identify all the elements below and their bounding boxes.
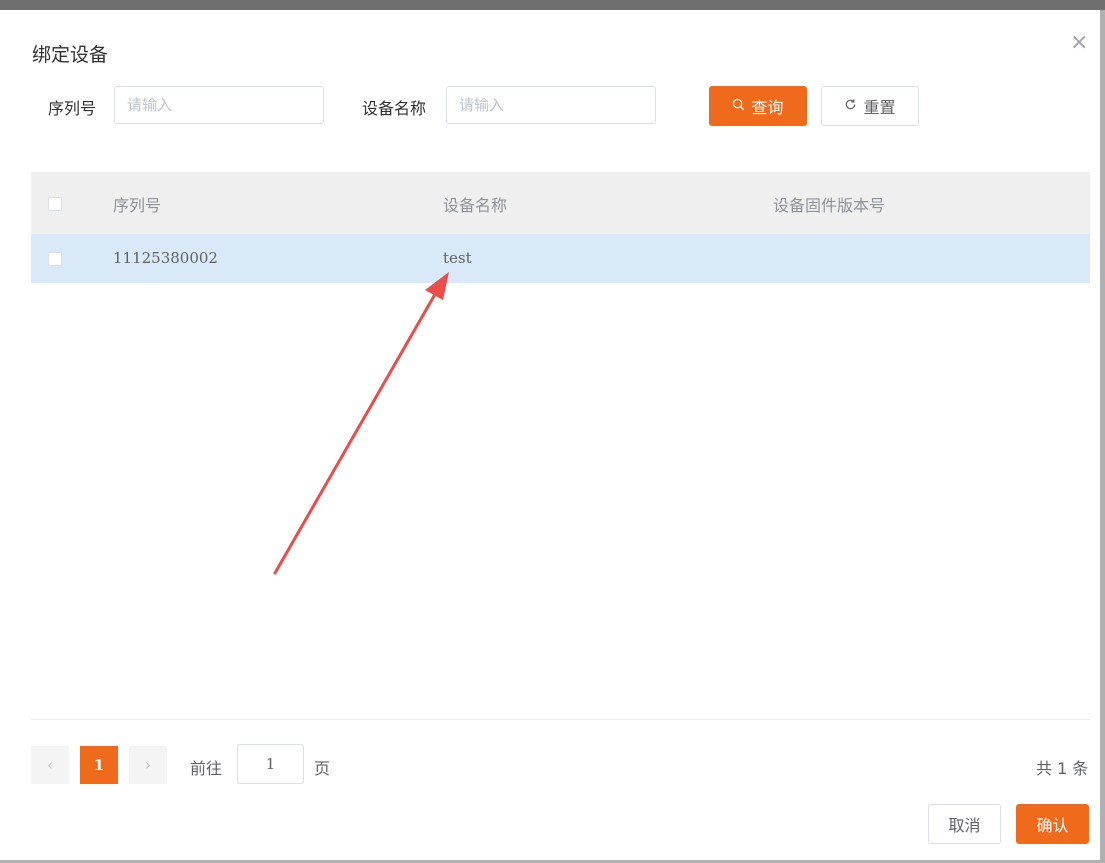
total-count: 共 1 条	[1036, 759, 1089, 778]
page-right-edge	[1100, 10, 1105, 863]
table-row[interactable]: 11125380002 test	[31, 234, 1090, 283]
page-suffix: 页	[314, 759, 331, 778]
search-icon	[732, 98, 745, 115]
dialog-title: 绑定设备	[32, 44, 109, 66]
column-header-firmware: 设备固件版本号	[773, 196, 886, 215]
serial-label: 序列号	[48, 99, 97, 118]
row-serial: 11125380002	[113, 249, 218, 267]
bind-device-dialog: 绑定设备 × 序列号 请输入 设备名称 请输入 查询 重置 序列号 设备名称 设…	[10, 10, 1100, 860]
reset-label: 重置	[863, 98, 896, 117]
select-all-checkbox[interactable]	[48, 197, 62, 211]
query-button[interactable]: 查询	[709, 86, 807, 126]
pagination-prev-button[interactable]: ‹	[31, 746, 69, 784]
row-device-name: test	[443, 249, 472, 267]
device-name-input[interactable]: 请输入	[446, 86, 656, 124]
serial-input[interactable]: 请输入	[114, 86, 324, 124]
pagination-next-button[interactable]: ›	[129, 746, 167, 784]
column-header-device-name: 设备名称	[443, 196, 508, 215]
page-top-bar	[0, 0, 1105, 10]
table-bottom-divider	[31, 719, 1090, 720]
confirm-button[interactable]: 确认	[1016, 804, 1089, 844]
query-label: 查询	[751, 98, 784, 117]
cancel-button[interactable]: 取消	[928, 804, 1001, 844]
device-name-label: 设备名称	[362, 99, 427, 118]
table-header: 序列号 设备名称 设备固件版本号	[31, 172, 1090, 234]
goto-label: 前往	[190, 759, 223, 778]
column-header-serial: 序列号	[113, 196, 162, 215]
reset-button[interactable]: 重置	[821, 86, 919, 126]
pagination-page-1[interactable]: 1	[80, 746, 118, 784]
goto-page-input[interactable]: 1	[237, 744, 304, 784]
refresh-icon	[844, 98, 857, 115]
row-checkbox[interactable]	[48, 252, 62, 266]
close-icon[interactable]: ×	[1070, 32, 1088, 54]
